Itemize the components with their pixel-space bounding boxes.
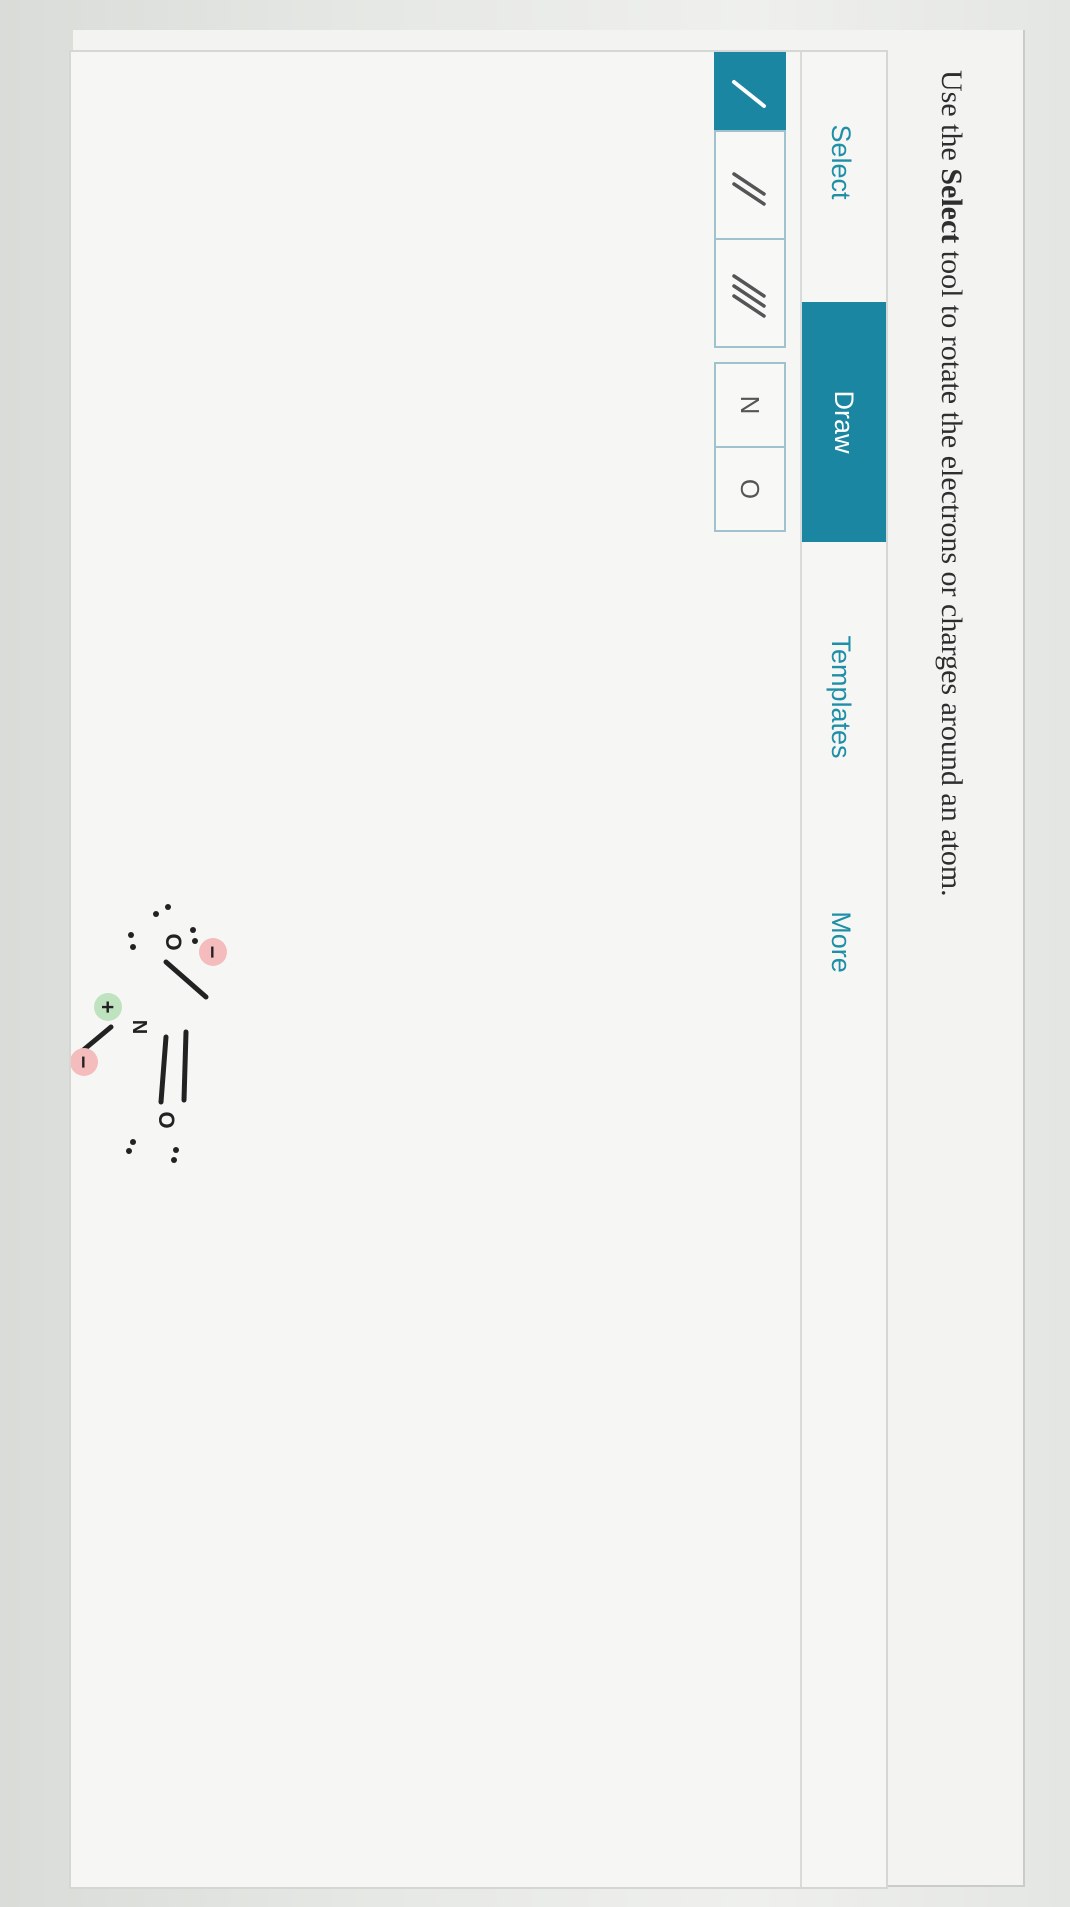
draw-toolbar: N O <box>706 52 786 752</box>
lone-pair-dot <box>153 911 159 917</box>
instruction-text: Use the Select tool to rotate the electr… <box>934 70 968 897</box>
nitrogen-atom-label: N <box>735 395 765 415</box>
lone-pair-dot <box>192 938 198 944</box>
lone-pair-dot <box>173 1147 179 1153</box>
bond-n-o-top <box>163 959 209 1000</box>
photo-stage: Use the Select tool to rotate the electr… <box>0 0 1070 1907</box>
question-panel: Use the Select tool to rotate the electr… <box>18 30 1025 1889</box>
double-bond-icon <box>732 172 766 206</box>
tab-more[interactable]: More <box>804 852 878 1032</box>
triple-bond-icon <box>732 274 766 318</box>
molecule-svg: − O + N O − <box>18 904 227 1163</box>
lone-pair-dot <box>126 1148 132 1154</box>
lone-pair-dot <box>190 927 196 933</box>
instruction-suffix: tool to rotate the electrons or charges … <box>935 243 968 897</box>
lone-pair-dot <box>130 1139 136 1145</box>
rotated-screen: Use the Select tool to rotate the electr… <box>0 0 1070 1907</box>
oxygen-right-symbol: O <box>154 1111 179 1128</box>
single-bond-button[interactable] <box>714 52 786 132</box>
lone-pair-dot <box>128 932 134 938</box>
drawing-canvas[interactable]: − O + N O − <box>18 52 696 1887</box>
double-bond-line-1 <box>158 1034 169 1105</box>
tab-templates[interactable]: Templates <box>804 592 878 802</box>
lone-pair-dot <box>130 944 136 950</box>
single-bond-icon <box>732 80 766 108</box>
lone-pair-dot <box>171 1157 177 1163</box>
oxygen-bottom-charge: − <box>71 1056 96 1069</box>
tab-select[interactable]: Select <box>804 82 878 242</box>
instruction-prefix: Use the <box>935 70 968 169</box>
oxygen-top-symbol: O <box>161 933 186 950</box>
nitrogen-charge: + <box>95 1001 120 1014</box>
structure-editor: Select Draw Templates More N O − O + N O… <box>18 50 888 1889</box>
oxygen-top-charge: − <box>200 946 225 959</box>
lone-pair-dot <box>165 904 171 910</box>
double-bond-line-2 <box>181 1029 189 1103</box>
nitrogen-symbol: N <box>128 1020 150 1034</box>
tab-draw[interactable]: Draw <box>802 302 886 542</box>
instruction-bold-select: Select <box>935 168 968 244</box>
double-bond-button[interactable] <box>714 130 786 240</box>
oxygen-atom-button[interactable]: O <box>714 446 786 532</box>
nitrogen-atom-button[interactable]: N <box>714 362 786 448</box>
oxygen-atom-label: O <box>735 478 765 500</box>
triple-bond-button[interactable] <box>714 238 786 348</box>
editor-tabbar: Select Draw Templates More <box>800 52 886 1887</box>
